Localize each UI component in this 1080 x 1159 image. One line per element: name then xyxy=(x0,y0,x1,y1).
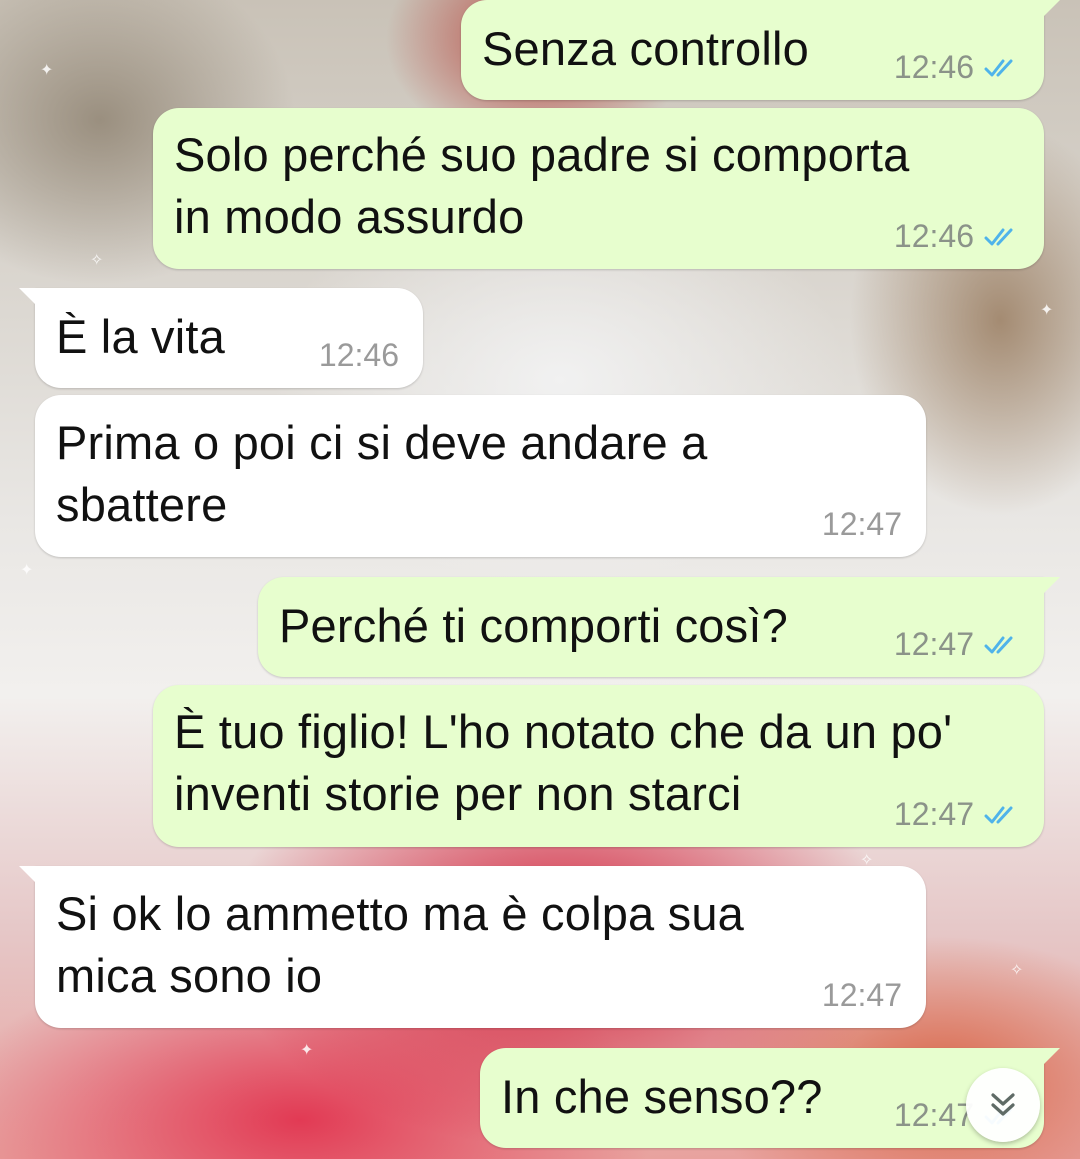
message-text: È tuo figlio! L'ho notato che da un po' … xyxy=(174,705,953,820)
message-bubble-incoming[interactable]: Si ok lo ammetto ma è colpa sua mica son… xyxy=(19,866,926,1028)
message-time: 12:47 xyxy=(893,1097,974,1133)
message-meta: 12:47 xyxy=(822,977,902,1014)
sparkle-icon: ✦ xyxy=(40,62,54,79)
scroll-to-bottom-button[interactable] xyxy=(966,1068,1040,1142)
sparkle-icon: ✦ xyxy=(300,1042,314,1059)
message-time: 12:47 xyxy=(893,796,974,832)
message-text: Si ok lo ammetto ma è colpa sua mica son… xyxy=(56,887,745,1002)
message-time: 12:47 xyxy=(893,626,974,662)
message-meta: 12:46 xyxy=(894,218,1020,255)
message-text: Solo perché suo padre si comporta in mod… xyxy=(174,128,910,243)
sparkle-icon: ✧ xyxy=(90,252,104,269)
message-bubble-outgoing[interactable]: In che senso?? 12:47 xyxy=(480,1048,1060,1148)
sparkle-icon: ✧ xyxy=(1010,962,1024,979)
message-meta: 12:47 xyxy=(894,796,1020,833)
message-text: Prima o poi ci si deve andare a sbattere xyxy=(56,416,708,531)
message-time: 12:47 xyxy=(821,506,902,542)
message-meta: 12:46 xyxy=(894,49,1020,86)
message-meta: 12:47 xyxy=(822,506,902,543)
read-ticks-icon xyxy=(984,636,1013,653)
message-text: In che senso?? xyxy=(501,1070,823,1123)
read-ticks-icon xyxy=(984,59,1013,76)
message-bubble-incoming[interactable]: Prima o poi ci si deve andare a sbattere… xyxy=(35,395,926,557)
message-text: È la vita xyxy=(56,310,225,363)
message-bubble-outgoing[interactable]: È tuo figlio! L'ho notato che da un po' … xyxy=(153,685,1044,847)
message-bubble-incoming[interactable]: È la vita 12:46 xyxy=(19,288,423,388)
sparkle-icon: ✦ xyxy=(20,562,34,579)
message-time: 12:46 xyxy=(318,337,399,373)
message-meta: 12:46 xyxy=(319,337,399,374)
message-time: 12:47 xyxy=(821,977,902,1013)
sparkle-icon: ✦ xyxy=(1040,302,1054,319)
message-bubble-outgoing[interactable]: Solo perché suo padre si comporta in mod… xyxy=(153,108,1044,269)
message-text: Perché ti comporti così? xyxy=(279,599,788,652)
message-time: 12:46 xyxy=(893,49,974,85)
read-ticks-icon xyxy=(984,228,1013,245)
message-time: 12:46 xyxy=(893,218,974,254)
double-chevron-down-icon xyxy=(991,1093,1015,1116)
read-ticks-icon xyxy=(984,806,1013,823)
message-bubble-outgoing[interactable]: Perché ti comporti così? 12:47 xyxy=(258,577,1060,677)
message-bubble-outgoing[interactable]: Senza controllo 12:46 xyxy=(461,0,1060,100)
message-text: Senza controllo xyxy=(482,22,809,75)
message-meta: 12:47 xyxy=(894,626,1020,663)
